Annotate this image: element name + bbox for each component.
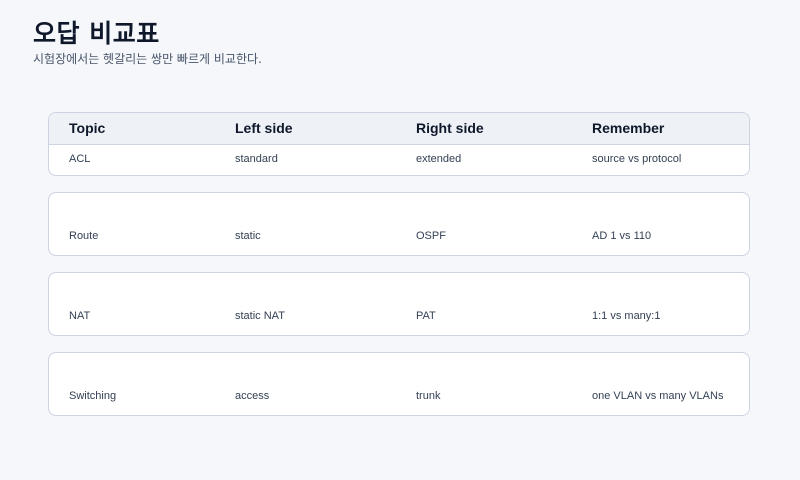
row-right-side: trunk bbox=[416, 390, 441, 402]
header-topic: Topic bbox=[69, 120, 106, 136]
page-title: 오답 비교표 bbox=[33, 19, 160, 48]
row-left-side: static bbox=[235, 230, 261, 242]
header-remember: Remember bbox=[592, 120, 665, 136]
row-right-side: OSPF bbox=[416, 230, 446, 242]
header-left-side: Left side bbox=[235, 120, 293, 136]
row-left-side: standard bbox=[235, 153, 278, 165]
row-remember: source vs protocol bbox=[592, 153, 682, 165]
page-subtitle: 시험장에서는 헷갈리는 쌍만 빠르게 비교한다. bbox=[33, 52, 262, 66]
row-left-side: access bbox=[235, 390, 270, 402]
table-header-row: Topic Left side Right side Remember bbox=[49, 113, 749, 145]
row-left-side: static NAT bbox=[235, 310, 285, 322]
comparison-card-nat: NAT static NAT PAT 1:1 vs many:1 bbox=[48, 272, 750, 336]
row-topic: ACL bbox=[69, 153, 91, 165]
row-topic: Switching bbox=[69, 390, 117, 402]
row-remember: 1:1 vs many:1 bbox=[592, 310, 661, 322]
row-topic: Route bbox=[69, 230, 99, 242]
comparison-card-acl: Topic Left side Right side Remember ACL … bbox=[48, 112, 750, 176]
row-right-side: PAT bbox=[416, 310, 436, 322]
row-topic: NAT bbox=[69, 310, 91, 322]
comparison-card-switching: Switching access trunk one VLAN vs many … bbox=[48, 352, 750, 416]
row-remember: AD 1 vs 110 bbox=[592, 230, 652, 242]
header-right-side: Right side bbox=[416, 120, 484, 136]
row-right-side: extended bbox=[416, 153, 462, 165]
row-remember: one VLAN vs many VLANs bbox=[592, 390, 724, 402]
comparison-card-route: Route static OSPF AD 1 vs 110 bbox=[48, 192, 750, 256]
